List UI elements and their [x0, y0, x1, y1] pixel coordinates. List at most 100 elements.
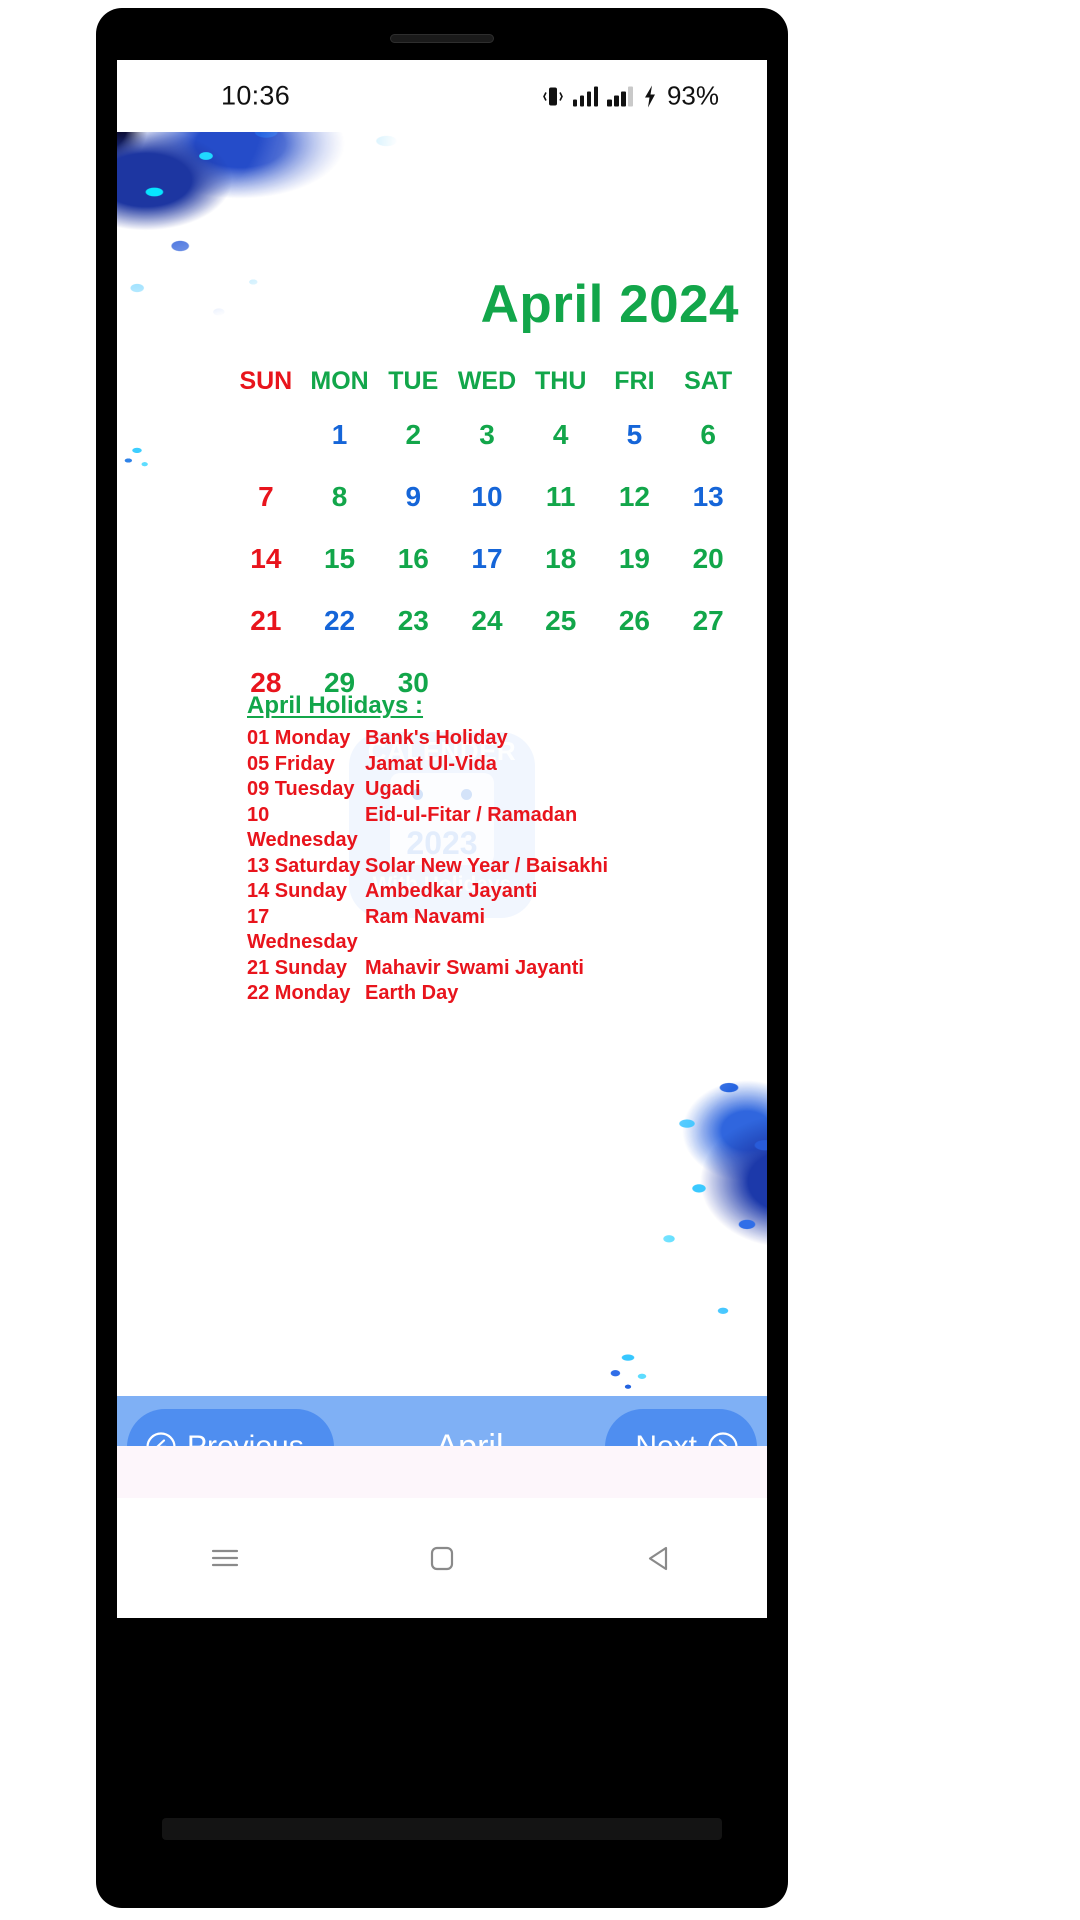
holiday-date: 17 Wednesday	[247, 905, 358, 954]
battery-percentage: 93%	[666, 80, 719, 111]
holiday-date: 10 Wednesday	[247, 803, 358, 852]
weekday-label-tue: TUE	[388, 367, 439, 395]
phone-screen: 10:36 93% CALENDER 2023 With Holidays Ap…	[117, 60, 767, 1498]
calendar-day-cell[interactable]: 20	[671, 528, 745, 590]
calendar-day-cell[interactable]: 29	[303, 652, 377, 714]
status-time: 10:36	[221, 80, 291, 111]
holiday-row: 17 Wednesday Ram Navami	[247, 905, 717, 956]
calendar-date-rows: 1 2 3 4 5 6 7 8 9 10 11 12 13 14 15 16 17 18 19 20 21 22 23 24 2…	[229, 404, 745, 714]
holiday-row: 13 Saturday Solar New Year / Baisakhi	[247, 854, 717, 880]
holiday-name: Bank's Holiday	[365, 727, 508, 749]
phone-bottom-bezel	[117, 1618, 767, 1858]
calendar-day-cell[interactable]: 2	[376, 404, 450, 466]
calendar-day-cell[interactable]: 15	[303, 528, 377, 590]
holiday-name: Ambedkar Jayanti	[365, 880, 538, 902]
holiday-name: Ram Navami	[365, 905, 486, 928]
calendar-day-cell[interactable]: 12	[598, 466, 672, 528]
calendar-week-row: 28 29 30	[229, 652, 745, 714]
fractal-decoration-icon	[513, 1030, 767, 1390]
calendar-day-cell[interactable]: 13	[671, 466, 745, 528]
holiday-name: Jamat Ul-Vida	[365, 752, 497, 775]
calendar-day-cell[interactable]: 22	[303, 590, 377, 652]
calendar-day-cell[interactable]: 25	[524, 590, 598, 652]
weekday-label-thu: THU	[535, 367, 587, 395]
weekday-label-wed: WED	[457, 367, 517, 395]
phone-frame: 10:36 93% CALENDER 2023 With Holidays Ap…	[96, 8, 788, 1908]
holiday-date: 01 Monday	[247, 727, 351, 749]
holiday-row: 21 Sunday Mahavir Swami Jayanti	[247, 956, 717, 982]
holiday-date: 05 Friday	[247, 752, 335, 775]
calendar-empty-cell	[229, 404, 303, 466]
calendar-day-cell[interactable]: 7	[229, 466, 303, 528]
holidays-section: April Holidays : 01 Monday Bank's Holiday…	[247, 692, 717, 1007]
status-indicators: 93%	[542, 81, 719, 112]
calendar-day-cell[interactable]: 30	[376, 652, 450, 714]
calendar-day-cell[interactable]: 10	[450, 466, 524, 528]
weekday-label-sat: SAT	[684, 367, 733, 395]
holiday-name: Mahavir Swami Jayanti	[365, 956, 584, 979]
calendar-day-cell[interactable]: 9	[376, 466, 450, 528]
calendar-day-cell[interactable]: 18	[524, 528, 598, 590]
holiday-row: 01 Monday Bank's Holiday	[247, 726, 717, 752]
charging-bolt-icon	[644, 85, 655, 107]
holiday-name: Solar New Year / Baisakhi	[365, 854, 609, 877]
recents-hamburger-icon[interactable]	[205, 1538, 245, 1578]
fractal-decoration-icon	[117, 432, 161, 478]
signal-icon	[572, 86, 599, 106]
holidays-list: 01 Monday Bank's Holiday 05 Friday Jamat Ul…	[247, 726, 717, 1007]
holiday-date: 09 Tuesday	[247, 778, 355, 800]
android-system-navigation-bar	[117, 1498, 767, 1618]
calendar-day-cell[interactable]: 1	[303, 404, 377, 466]
calendar-day-cell[interactable]: 5	[598, 404, 672, 466]
weekday-label-mon: MON	[310, 367, 369, 395]
app-bottom-blank-area	[117, 1446, 767, 1498]
status-bar: 10:36 93%	[117, 60, 767, 132]
calendar-empty-cell	[598, 652, 672, 714]
calendar-app-page: CALENDER 2023 With Holidays April 2024 S…	[117, 132, 767, 1498]
holiday-date: 22 Monday	[247, 982, 351, 1004]
calendar-week-row: 14 15 16 17 18 19 20	[229, 528, 745, 590]
calendar-empty-cell	[450, 652, 524, 714]
weekday-header-row: SUN MON TUE WED THU FRI SAT	[229, 358, 745, 404]
phone-bottom-speaker	[162, 1818, 722, 1840]
back-triangle-left-icon[interactable]	[639, 1538, 679, 1578]
calendar-day-cell[interactable]: 24	[450, 590, 524, 652]
holiday-row: 05 Friday Jamat Ul-Vida	[247, 752, 717, 778]
calendar-week-row: 7 8 9 10 11 12 13	[229, 466, 745, 528]
holiday-date: 13 Saturday	[247, 854, 361, 877]
calendar-day-cell[interactable]: 28	[229, 652, 303, 714]
page-title: April 2024	[480, 275, 739, 334]
calendar-day-cell[interactable]: 27	[671, 590, 745, 652]
vibrate-icon	[543, 87, 563, 105]
calendar-day-cell[interactable]: 19	[598, 528, 672, 590]
holiday-row: 09 Tuesday Ugadi	[247, 777, 717, 803]
calendar-day-cell[interactable]: 23	[376, 590, 450, 652]
calendar-week-row: 21 22 23 24 25 26 27	[229, 590, 745, 652]
calendar-day-cell[interactable]: 3	[450, 404, 524, 466]
home-square-icon[interactable]	[422, 1538, 462, 1578]
holiday-name: Eid-ul-Fitar / Ramadan	[365, 803, 578, 826]
calendar-day-cell[interactable]: 17	[450, 528, 524, 590]
signal-icon	[607, 86, 633, 106]
calendar-day-cell[interactable]: 26	[598, 590, 672, 652]
calendar-empty-cell	[671, 652, 745, 714]
calendar-day-cell[interactable]: 16	[376, 528, 450, 590]
phone-earpiece-speaker	[390, 34, 494, 43]
calendar-day-cell[interactable]: 21	[229, 590, 303, 652]
weekday-label-sun: SUN	[239, 367, 293, 395]
holiday-name: Earth Day	[365, 982, 459, 1004]
calendar-empty-cell	[524, 652, 598, 714]
holiday-row: 10 Wednesday Eid-ul-Fitar / Ramadan	[247, 803, 717, 854]
calendar-day-cell[interactable]: 11	[524, 466, 598, 528]
calendar-week-row: 123456	[229, 404, 745, 466]
holiday-date: 14 Sunday	[247, 880, 348, 902]
calendar-day-cell[interactable]: 6	[671, 404, 745, 466]
holiday-date: 21 Sunday	[247, 956, 348, 979]
calendar-day-cell[interactable]: 4	[524, 404, 598, 466]
weekday-label-fri: FRI	[614, 367, 655, 395]
fractal-decoration-icon	[593, 1342, 663, 1394]
calendar-grid: SUN MON TUE WED THU FRI SAT 1 2 3 4 5 6 7 8 9 10 11 12 13 1…	[229, 358, 745, 714]
holiday-name: Ugadi	[365, 778, 421, 800]
calendar-day-cell[interactable]: 14	[229, 528, 303, 590]
calendar-day-cell[interactable]: 8	[303, 466, 377, 528]
